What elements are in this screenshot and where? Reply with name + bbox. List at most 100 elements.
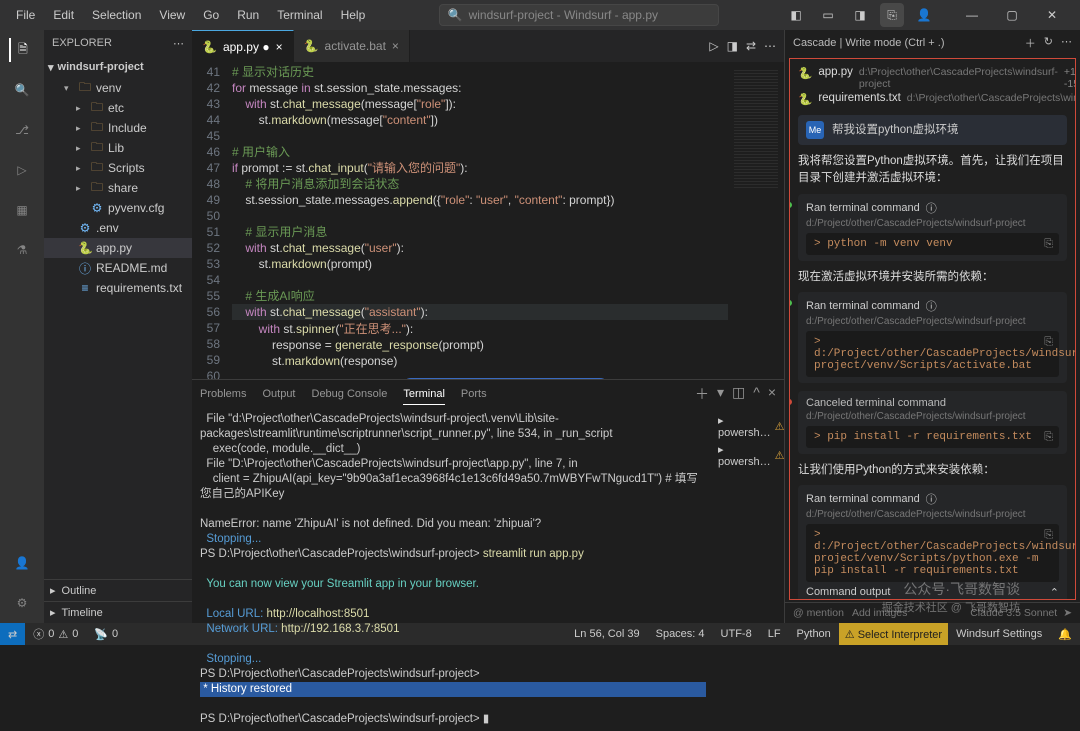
tree-item-venv[interactable]: ▾🗀venv <box>44 78 192 98</box>
panel-tab-terminal[interactable]: Terminal <box>403 384 445 405</box>
code-editor[interactable]: 4142434445464748495051525354555657585960… <box>192 62 784 379</box>
timeline-section[interactable]: ▸ Timeline <box>44 601 192 623</box>
send-icon[interactable]: ➤ <box>1063 607 1072 619</box>
terminal-instance[interactable]: ▸ powersh… ⚠ <box>718 412 780 441</box>
collapse-icon[interactable]: ⌃ <box>1050 586 1059 599</box>
menu-selection[interactable]: Selection <box>84 4 149 26</box>
tree-item-requirements-txt[interactable]: ≡requirements.txt <box>44 278 192 298</box>
panel-tab-debug-console[interactable]: Debug Console <box>312 384 388 404</box>
settings-icon[interactable]: ⚙ <box>10 591 34 615</box>
tree-item-app-py[interactable]: 🐍app.py <box>44 238 192 258</box>
ports[interactable]: 📡 0 <box>86 623 126 645</box>
encoding[interactable]: UTF-8 <box>713 623 760 645</box>
assistant-text: 现在激活虚拟环境并安装所需的依赖： <box>798 269 1067 286</box>
tree-item--env[interactable]: ⚙.env <box>44 218 192 238</box>
remote-indicator[interactable]: ⇄ <box>0 623 25 645</box>
changed-file-row[interactable]: 🐍app.pyd:\Project\other\CascadeProjects\… <box>798 65 1067 91</box>
search-text: windsurf-project - Windsurf - app.py <box>469 8 658 22</box>
terminal-command-block: Ran terminal commandⓘ d:/Project/other/C… <box>798 485 1067 600</box>
info-icon[interactable]: ⓘ <box>926 200 937 216</box>
history-icon[interactable]: ↻ <box>1044 35 1053 51</box>
menu-help[interactable]: Help <box>333 4 374 26</box>
menu-go[interactable]: Go <box>195 4 227 26</box>
copy-icon[interactable]: ⎘ <box>1044 336 1053 349</box>
mention-button[interactable]: @ mention <box>793 607 844 619</box>
terminal-output[interactable]: File "d:\Project\other\CascadeProjects\w… <box>192 408 714 731</box>
tab-more-icon[interactable]: ⋯ <box>764 39 776 53</box>
cascade-toggle-pill[interactable]: 50% Toggle Cascade with Ctrl+L × <box>402 378 609 379</box>
info-icon[interactable]: ⓘ <box>926 298 937 314</box>
tab-activate-bat[interactable]: 🐍activate.bat× <box>294 30 410 62</box>
menu-view[interactable]: View <box>151 4 193 26</box>
account-icon[interactable]: 👤 <box>912 3 936 27</box>
user-message-text: 帮我设置python虚拟环境 <box>832 121 959 137</box>
errors-warnings[interactable]: ⓧ 0 ⚠ 0 <box>25 623 86 645</box>
add-images-button[interactable]: Add images <box>852 607 907 619</box>
indentation[interactable]: Spaces: 4 <box>648 623 713 645</box>
term-dropdown-icon[interactable]: ▾ <box>717 380 724 408</box>
new-chat-icon[interactable]: ＋ <box>1025 35 1036 51</box>
new-terminal-icon[interactable]: ＋ <box>695 380 709 408</box>
cascade-toggle-icon[interactable]: ⎘ <box>880 3 904 27</box>
outline-section[interactable]: ▸ Outline <box>44 579 192 601</box>
close-panel-icon[interactable]: × <box>768 380 776 408</box>
debug-icon[interactable]: ▷ <box>10 158 34 182</box>
explorer-icon[interactable]: 🗎 <box>9 38 33 62</box>
windsurf-settings[interactable]: Windsurf Settings <box>948 623 1050 645</box>
diff-icon[interactable]: ⇄ <box>746 39 756 53</box>
eol[interactable]: LF <box>760 623 789 645</box>
tree-item-readme-md[interactable]: ⓘREADME.md <box>44 258 192 278</box>
accounts-icon[interactable]: 👤 <box>10 551 34 575</box>
split-right-icon[interactable]: ◨ <box>727 39 738 53</box>
copy-icon[interactable]: ⎘ <box>1044 238 1053 251</box>
cascade-input-bar[interactable]: @ mention Add images Claude 3.5 Sonnet ➤ <box>785 602 1080 623</box>
menu-terminal[interactable]: Terminal <box>269 4 330 26</box>
panel-tab-ports[interactable]: Ports <box>461 384 487 404</box>
close-button[interactable]: ✕ <box>1032 0 1072 30</box>
explorer-more-icon[interactable]: ⋯ <box>173 37 184 50</box>
run-icon[interactable]: ▷ <box>709 39 718 53</box>
tree-item-share[interactable]: ▸🗀share <box>44 178 192 198</box>
copy-icon[interactable]: ⎘ <box>1044 529 1053 542</box>
notifications-icon[interactable]: 🔔 <box>1050 623 1080 645</box>
layout-panel-icon[interactable]: ▭ <box>816 3 840 27</box>
split-terminal-icon[interactable]: ◫ <box>732 380 745 408</box>
assistant-text: 我将帮您设置Python虚拟环境。首先，让我们在项目目录下创建并激活虚拟环境： <box>798 153 1067 188</box>
menu-file[interactable]: File <box>8 4 43 26</box>
close-icon[interactable]: × <box>392 39 399 53</box>
tree-item-pyvenv-cfg[interactable]: ⚙pyvenv.cfg <box>44 198 192 218</box>
select-interpreter[interactable]: ⚠ Select Interpreter <box>839 623 948 645</box>
search-ab-icon[interactable]: 🔍 <box>10 78 34 102</box>
scm-icon[interactable]: ⎇ <box>10 118 34 142</box>
tree-item-scripts[interactable]: ▸🗀Scripts <box>44 158 192 178</box>
cascade-more-icon[interactable]: ⋯ <box>1061 35 1072 51</box>
layout-secondary-icon[interactable]: ◨ <box>848 3 872 27</box>
minimap[interactable] <box>728 62 784 379</box>
command-center-search[interactable]: 🔍 windsurf-project - Windsurf - app.py <box>439 4 719 26</box>
terminal-instance[interactable]: ▸ powersh… ⚠ <box>718 441 780 470</box>
layout-primary-icon[interactable]: ◧ <box>784 3 808 27</box>
panel-tab-problems[interactable]: Problems <box>200 384 246 404</box>
terminal-command-block: Ran terminal commandⓘ d:/Project/other/C… <box>798 194 1067 261</box>
minimize-button[interactable]: — <box>952 0 992 30</box>
tree-item-include[interactable]: ▸🗀Include <box>44 118 192 138</box>
maximize-panel-icon[interactable]: ^ <box>753 380 760 408</box>
changed-file-row[interactable]: 🐍requirements.txtd:\Project\other\Cascad… <box>798 91 1067 107</box>
testing-icon[interactable]: ⚗ <box>10 238 34 262</box>
close-icon[interactable]: × <box>276 40 283 54</box>
tab-app-py[interactable]: 🐍app.py ●× <box>192 30 294 62</box>
copy-icon[interactable]: ⎘ <box>1044 431 1053 444</box>
folder-root[interactable]: ▾ windsurf-project <box>44 56 192 78</box>
menu-edit[interactable]: Edit <box>45 4 82 26</box>
model-selector[interactable]: Claude 3.5 Sonnet <box>970 607 1057 619</box>
panel-tab-output[interactable]: Output <box>262 384 295 404</box>
tree-item-lib[interactable]: ▸🗀Lib <box>44 138 192 158</box>
tree-item-etc[interactable]: ▸🗀etc <box>44 98 192 118</box>
language-mode[interactable]: Python <box>789 623 839 645</box>
maximize-button[interactable]: ▢ <box>992 0 1032 30</box>
extensions-icon[interactable]: ▦ <box>10 198 34 222</box>
menu-run[interactable]: Run <box>229 4 267 26</box>
info-icon[interactable]: ⓘ <box>926 491 937 507</box>
terminal-command-block: Ran terminal commandⓘ d:/Project/other/C… <box>798 292 1067 383</box>
cursor-position[interactable]: Ln 56, Col 39 <box>566 623 647 645</box>
